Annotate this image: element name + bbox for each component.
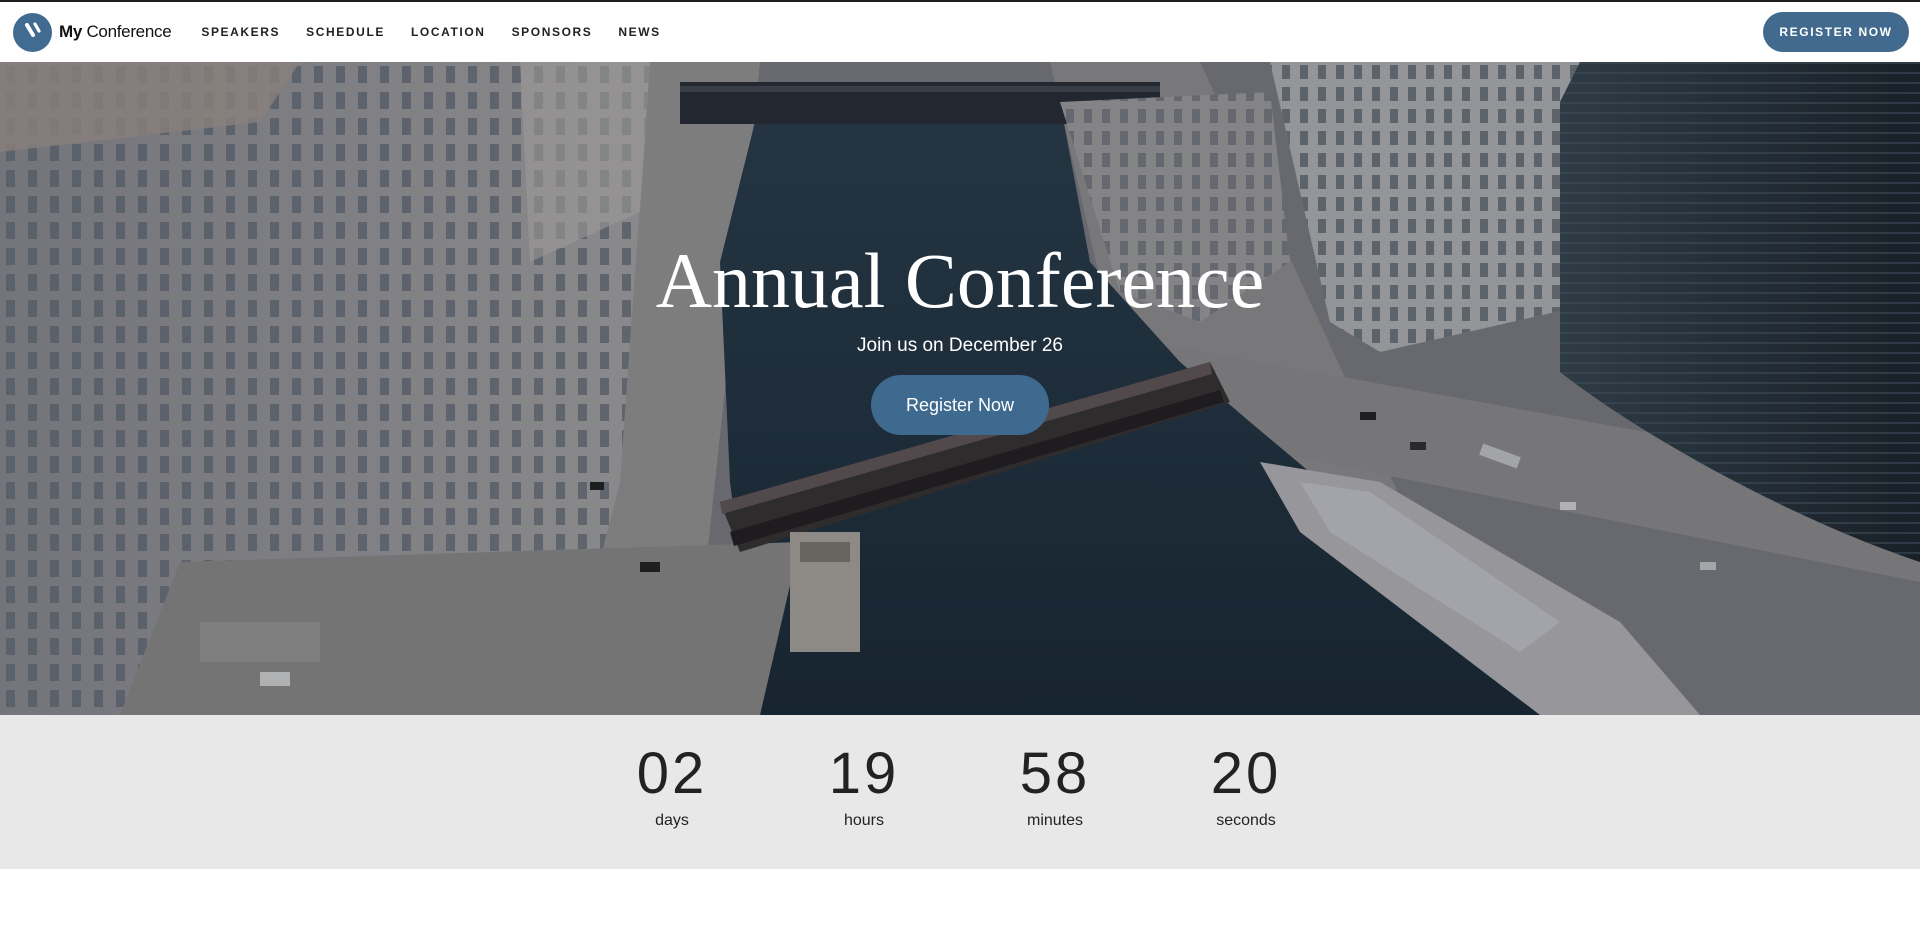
- brand-name-rest: Conference: [82, 22, 172, 41]
- countdown-section: 02 days 19 hours 58 minutes 20 seconds: [0, 715, 1920, 869]
- nav-item-location[interactable]: LOCATION: [398, 25, 499, 39]
- main-nav: SPEAKERS SCHEDULE LOCATION SPONSORS NEWS: [188, 25, 673, 39]
- countdown-hours-value: 19: [828, 741, 900, 806]
- countdown-minutes-value: 58: [1019, 741, 1091, 806]
- nav-item-schedule[interactable]: SCHEDULE: [293, 25, 398, 39]
- countdown-hours-label: hours: [843, 812, 885, 829]
- hero-register-button[interactable]: Register Now: [871, 375, 1049, 435]
- hero-subtitle: Join us on December 26: [857, 335, 1063, 356]
- countdown-minutes-label: minutes: [1026, 812, 1084, 829]
- site-header: My Conference SPEAKERS SCHEDULE LOCATION…: [0, 2, 1920, 62]
- header-register-button[interactable]: REGISTER NOW: [1763, 12, 1909, 52]
- conference-logo-icon: [13, 12, 52, 52]
- nav-item-speakers[interactable]: SPEAKERS: [188, 25, 293, 39]
- countdown-seconds-value: 20: [1210, 741, 1282, 806]
- countdown-days: 02 days: [592, 745, 752, 830]
- hero-title: Annual Conference: [655, 237, 1265, 324]
- brand-name-bold: My: [59, 22, 83, 41]
- hero-section: Annual Conference Join us on December 26…: [0, 62, 1920, 715]
- countdown-days-value: 02: [636, 741, 708, 806]
- countdown-days-label: days: [655, 812, 689, 829]
- nav-item-sponsors[interactable]: SPONSORS: [499, 25, 606, 39]
- countdown-seconds: 20 seconds: [1166, 745, 1326, 830]
- countdown-seconds-label: seconds: [1216, 812, 1276, 829]
- brand-name: My Conference: [59, 22, 172, 42]
- countdown-minutes: 58 minutes: [975, 745, 1135, 830]
- brand-home-link[interactable]: My Conference: [13, 12, 172, 52]
- countdown-hours: 19 hours: [784, 745, 944, 830]
- nav-item-news[interactable]: NEWS: [605, 25, 673, 39]
